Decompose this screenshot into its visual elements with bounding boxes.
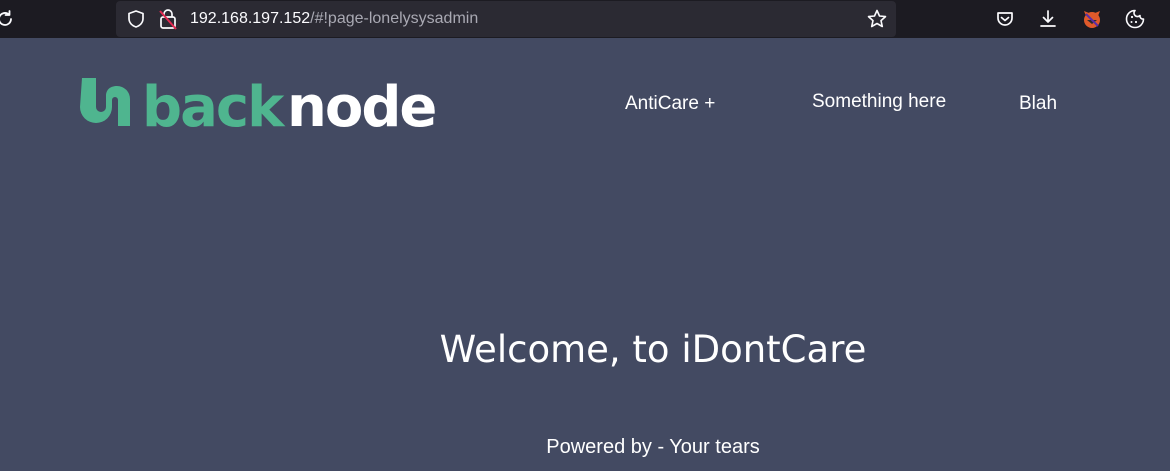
backnode-logo-icon: back node xyxy=(80,75,437,140)
extension-fox-icon[interactable] xyxy=(1081,8,1103,30)
powered-by-text: Powered by - Your tears xyxy=(546,436,760,458)
cookie-icon[interactable] xyxy=(1124,8,1146,30)
url-host: 192.168.197.152 xyxy=(190,10,311,27)
shield-icon[interactable] xyxy=(126,9,146,29)
url-path: /#!page-lonelysysadmin xyxy=(310,10,479,27)
reload-icon[interactable] xyxy=(0,8,16,30)
nav-something-here[interactable]: Something here xyxy=(812,90,946,114)
svg-text:node: node xyxy=(287,75,435,132)
insecure-lock-icon[interactable] xyxy=(158,8,178,30)
svg-text:back: back xyxy=(142,75,286,132)
welcome-heading: Welcome, to iDontCare xyxy=(439,328,867,371)
download-icon[interactable] xyxy=(1037,8,1059,30)
nav-blah[interactable]: Blah xyxy=(1019,92,1057,116)
url-text[interactable]: 192.168.197.152/#!page-lonelysysadmin xyxy=(190,9,478,29)
bookmark-star-icon[interactable] xyxy=(866,8,888,30)
browser-toolbar: 192.168.197.152/#!page-lonelysysadmin xyxy=(0,0,1170,38)
url-bar[interactable]: 192.168.197.152/#!page-lonelysysadmin xyxy=(116,1,896,37)
pocket-icon[interactable] xyxy=(994,8,1016,30)
nav-anticare[interactable]: AntiCare + xyxy=(625,92,715,116)
site-logo[interactable]: back node xyxy=(80,74,450,140)
